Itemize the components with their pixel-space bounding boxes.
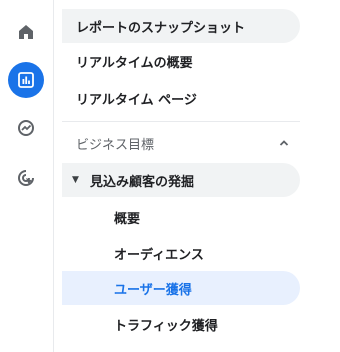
nav-item-realtime-pages[interactable]: リアルタイム ページ bbox=[62, 81, 300, 115]
nav-item-label: オーディエンス bbox=[114, 247, 204, 263]
home-icon bbox=[19, 25, 33, 39]
caret-down-icon: ▼ bbox=[72, 175, 79, 185]
collection-label: 見込み顧客の発掘 bbox=[90, 174, 195, 190]
collection-lead-generation[interactable]: ▼ 見込み顧客の発掘 bbox=[62, 163, 300, 197]
divider bbox=[62, 121, 300, 122]
reports-button[interactable] bbox=[8, 62, 44, 98]
nav-item-label: ユーザー獲得 bbox=[114, 282, 192, 298]
section-business-goals[interactable]: ビジネス目標 bbox=[62, 126, 300, 160]
nav-rail bbox=[0, 0, 53, 352]
nav-item-label: リアルタイムの概要 bbox=[76, 55, 193, 71]
explore-button[interactable] bbox=[8, 110, 44, 146]
section-title: ビジネス目標 bbox=[76, 137, 155, 153]
nav-item-user-acquisition[interactable]: ユーザー獲得 bbox=[62, 271, 300, 305]
nav-item-label: レポートのスナップショット bbox=[76, 20, 246, 36]
advertising-icon bbox=[18, 170, 34, 186]
nav-item-realtime-overview[interactable]: リアルタイムの概要 bbox=[62, 44, 300, 78]
chevron-up-icon[interactable] bbox=[278, 126, 290, 160]
explore-icon bbox=[18, 120, 34, 136]
nav-item-snapshot[interactable]: レポートのスナップショット bbox=[62, 9, 300, 43]
advertising-button[interactable] bbox=[8, 160, 44, 196]
nav-item-overview[interactable]: 概要 bbox=[62, 200, 300, 234]
nav-item-label: 概要 bbox=[114, 211, 141, 227]
nav-item-label: トラフィック獲得 bbox=[114, 318, 218, 334]
nav-item-traffic-acquisition[interactable]: トラフィック獲得 bbox=[62, 307, 300, 341]
report-nav-panel: レポートのスナップショット リアルタイムの概要 リアルタイム ページ ビジネス目… bbox=[54, 0, 340, 352]
nav-item-audience[interactable]: オーディエンス bbox=[62, 236, 300, 270]
bar-chart-icon bbox=[18, 72, 34, 88]
nav-item-label: リアルタイム ページ bbox=[76, 92, 197, 108]
home-button[interactable] bbox=[8, 14, 44, 50]
